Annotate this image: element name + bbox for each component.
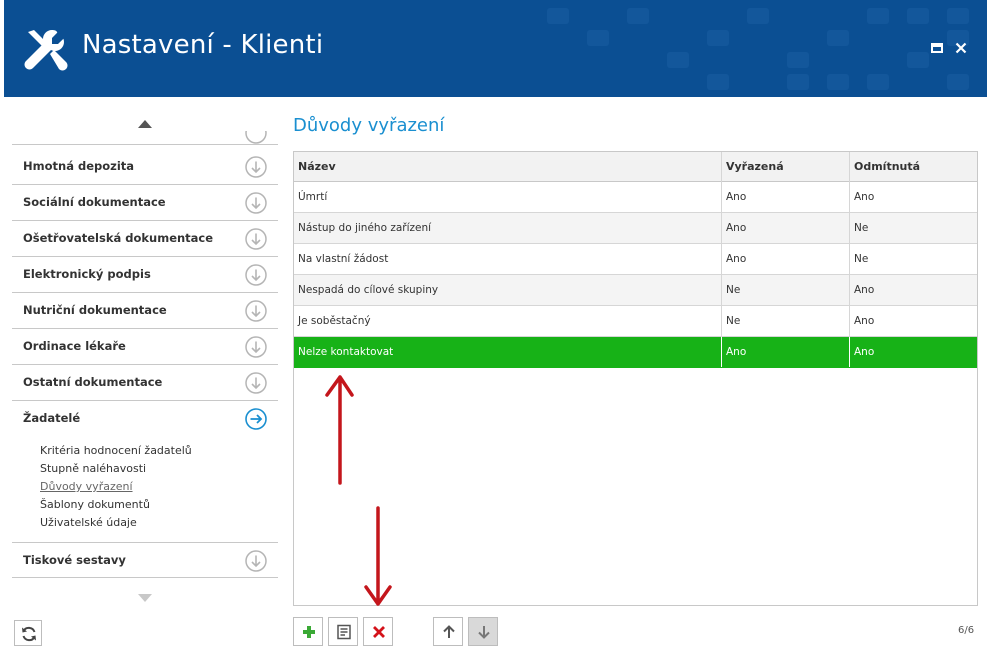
sidebar-section-label: Ordinace lékaře	[23, 339, 126, 353]
sidebar-section-label: Tiskové sestavy	[23, 553, 126, 567]
column-header-nazev[interactable]: Název	[294, 152, 721, 182]
close-icon[interactable]	[953, 40, 969, 56]
arrow-down-circle-icon	[245, 192, 267, 214]
arrow-down-circle-icon	[245, 336, 267, 358]
wrench-screwdriver-icon	[24, 30, 68, 71]
sidebar-section-label: Žadatelé	[23, 411, 81, 425]
cell-nazev: Nespadá do cílové skupiny	[298, 284, 439, 296]
sidebar-section-socialni-dokumentace[interactable]: Sociální dokumentace	[12, 185, 278, 221]
sidebar-section-tiskove-sestavy[interactable]: Tiskové sestavy	[12, 542, 278, 578]
delete-x-icon	[373, 626, 385, 638]
cell-nazev: Je soběstačný	[298, 315, 371, 327]
edit-document-icon	[337, 624, 351, 640]
move-down-button[interactable]	[468, 617, 498, 646]
cell-odmitnuta: Ne	[849, 244, 977, 274]
table-row[interactable]: Nástup do jiného zařízení Ano Ne	[294, 213, 977, 244]
sidebar-section-label: Ostatní dokumentace	[23, 375, 163, 389]
arrow-down-circle-icon	[245, 156, 267, 178]
cell-odmitnuta: Ano	[849, 275, 977, 305]
arrow-down-icon	[478, 626, 490, 639]
sidebar-item-uzivatelske-udaje[interactable]: Uživatelské údaje	[40, 514, 192, 532]
table-row[interactable]: Nespadá do cílové skupiny Ne Ano	[294, 275, 977, 306]
sidebar-section-ordinace-lekare[interactable]: Ordinace lékaře	[12, 329, 278, 365]
sidebar-section-ostatni-dokumentace[interactable]: Ostatní dokumentace	[12, 365, 278, 401]
cell-odmitnuta: Ne	[849, 213, 977, 243]
arrow-down-circle-icon	[245, 264, 267, 286]
sidebar-item-sablony-dokumentu[interactable]: Šablony dokumentů	[40, 496, 192, 514]
sidebar-scroll-down-icon[interactable]	[138, 594, 152, 602]
cell-vyrazena: Ne	[721, 306, 849, 336]
cell-odmitnuta: Ano	[849, 306, 977, 336]
window-header: Nastavení - Klienti	[4, 0, 987, 97]
cell-vyrazena: Ano	[721, 244, 849, 274]
maximize-icon[interactable]	[929, 40, 945, 56]
sidebar-section-zadatele[interactable]: Žadatelé	[12, 401, 278, 437]
sidebar-section-elektronicky-podpis[interactable]: Elektronický podpis	[12, 257, 278, 293]
column-header-vyrazena[interactable]: Vyřazená	[721, 152, 849, 182]
move-up-button[interactable]	[433, 617, 463, 646]
sidebar-item-stupne-nalehavosti[interactable]: Stupně naléhavosti	[40, 460, 192, 478]
sidebar-section-label: Elektronický podpis	[23, 267, 151, 281]
sidebar: Hmotná depozita Sociální dokumentace Oše…	[12, 110, 278, 607]
arrow-down-circle-icon	[245, 131, 267, 144]
sidebar-sub-list: Kritéria hodnocení žadatelů Stupně naléh…	[40, 442, 192, 532]
edit-button[interactable]	[328, 617, 358, 646]
sidebar-section-hmotna-depozita[interactable]: Hmotná depozita	[12, 149, 278, 185]
column-header-odmitnuta[interactable]: Odmítnutá	[849, 152, 977, 182]
sidebar-scroll-up-icon[interactable]	[138, 120, 152, 128]
table-row[interactable]: Je soběstačný Ne Ano	[294, 306, 977, 337]
cell-vyrazena: Ano	[721, 213, 849, 243]
cell-vyrazena: Ano	[721, 337, 849, 367]
cell-odmitnuta: Ano	[849, 182, 977, 212]
sidebar-section-osetrovatelska-dokumentace[interactable]: Ošetřovatelská dokumentace	[12, 221, 278, 257]
data-grid: Název Vyřazená Odmítnutá Úmrtí Ano Ano N…	[293, 151, 978, 606]
page-title: Důvody vyřazení	[293, 115, 445, 136]
refresh-button[interactable]	[14, 620, 42, 646]
grid-header: Název Vyřazená Odmítnutá	[294, 152, 977, 182]
refresh-icon	[22, 626, 36, 642]
cell-nazev: Úmrtí	[298, 191, 328, 203]
header-background-pattern	[547, 8, 969, 90]
sidebar-section-label: Hmotná depozita	[23, 159, 135, 173]
arrow-down-circle-icon	[245, 300, 267, 322]
cell-odmitnuta: Ano	[849, 337, 977, 367]
plus-icon	[303, 626, 315, 638]
cell-nazev: Nástup do jiného zařízení	[298, 222, 432, 234]
sidebar-section-label: Ošetřovatelská dokumentace	[23, 231, 214, 245]
sidebar-item-kriteria-hodnoceni[interactable]: Kritéria hodnocení žadatelů	[40, 442, 192, 460]
sidebar-section-nutricni-dokumentace[interactable]: Nutriční dokumentace	[12, 293, 278, 329]
settings-window: Nastavení - Klienti Hmotná depozita Soci…	[0, 0, 991, 658]
cell-vyrazena: Ano	[721, 182, 849, 212]
arrow-down-circle-icon	[245, 550, 267, 572]
cell-vyrazena: Ne	[721, 275, 849, 305]
sidebar-section-label: Sociální dokumentace	[23, 195, 166, 209]
sidebar-item-duvody-vyrazeni[interactable]: Důvody vyřazení	[40, 478, 192, 496]
table-row-selected[interactable]: Nelze kontaktovat Ano Ano	[294, 337, 977, 368]
table-row[interactable]: Úmrtí Ano Ano	[294, 182, 977, 213]
arrow-up-icon	[443, 625, 455, 638]
arrow-right-circle-icon	[245, 408, 267, 430]
arrow-down-circle-icon	[245, 372, 267, 394]
table-row[interactable]: Na vlastní žádost Ano Ne	[294, 244, 977, 275]
cell-nazev: Na vlastní žádost	[298, 253, 389, 265]
arrow-down-circle-icon	[245, 228, 267, 250]
record-counter: 6/6	[958, 625, 975, 636]
sidebar-partial-item	[12, 131, 278, 145]
delete-button[interactable]	[363, 617, 393, 646]
sidebar-section-label: Nutriční dokumentace	[23, 303, 167, 317]
window-title: Nastavení - Klienti	[82, 30, 324, 60]
add-button[interactable]	[293, 617, 323, 646]
cell-nazev: Nelze kontaktovat	[298, 346, 394, 358]
